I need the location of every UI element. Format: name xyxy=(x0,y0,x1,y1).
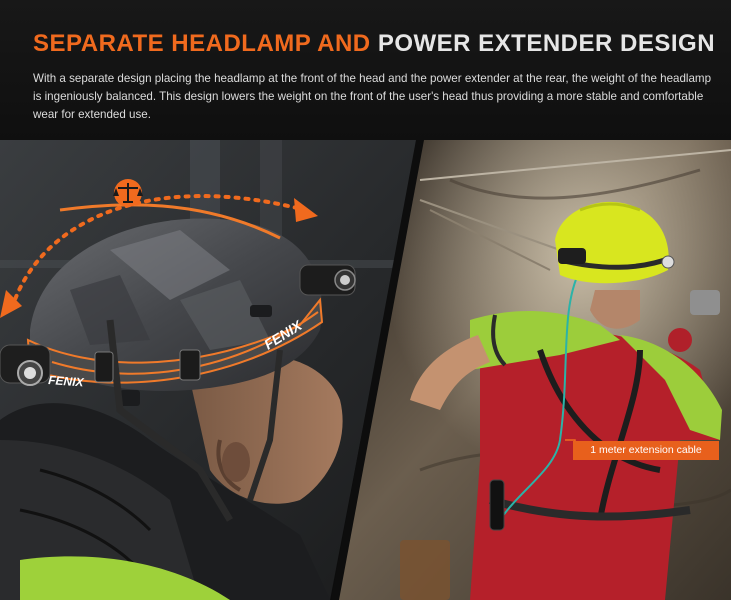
title-accent: SEPARATE HEADLAMP AND xyxy=(33,30,371,57)
headlamp-right xyxy=(558,248,586,264)
power-extender-unit xyxy=(0,344,51,386)
description-text: With a separate design placing the headl… xyxy=(33,72,712,121)
extension-cable-callout: 1 meter extension cable xyxy=(573,441,719,460)
power-extender-body xyxy=(489,479,505,531)
header-banner: SEPARATE HEADLAMP AND POWER EXTENDER DES… xyxy=(0,0,731,140)
page-title: SEPARATE HEADLAMP AND POWER EXTENDER DES… xyxy=(33,30,715,58)
headlamp-unit xyxy=(299,264,356,296)
product-photo-composite: FENIX FENIX xyxy=(0,140,731,600)
strap-brand-rear: FENIX xyxy=(48,373,85,390)
title-plain: POWER EXTENDER DESIGN xyxy=(377,30,716,57)
